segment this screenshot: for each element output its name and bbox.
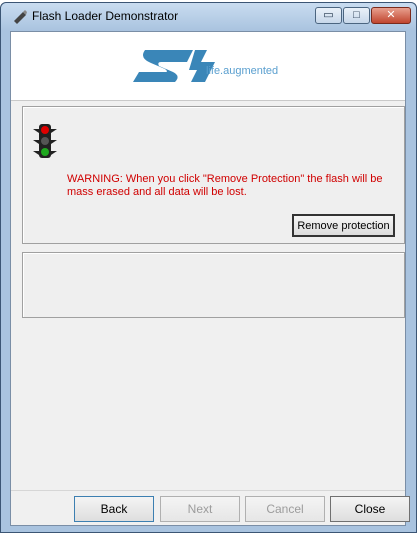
close-window-button[interactable]: ✕ — [371, 7, 411, 24]
header-banner: life.augmented — [11, 32, 405, 101]
maximize-icon: □ — [353, 9, 360, 21]
footer-divider — [11, 490, 405, 491]
maximize-button[interactable]: □ — [343, 7, 370, 24]
minimize-icon: ▭ — [323, 9, 334, 21]
traffic-light-icon — [33, 124, 57, 158]
title-bar[interactable]: Flash Loader Demonstrator ▭ □ ✕ — [1, 3, 416, 31]
window-title: Flash Loader Demonstrator — [32, 9, 179, 23]
close-button[interactable]: Close — [330, 496, 410, 522]
minimize-button[interactable]: ▭ — [315, 7, 342, 24]
protection-panel: WARNING: When you click "Remove Protecti… — [22, 106, 405, 244]
st-logo-icon — [133, 50, 215, 82]
status-panel — [22, 252, 405, 318]
next-button[interactable]: Next — [160, 496, 240, 522]
cancel-button[interactable]: Cancel — [245, 496, 325, 522]
flash-loader-window: Flash Loader Demonstrator ▭ □ ✕ life.aug… — [0, 2, 417, 533]
back-button[interactable]: Back — [74, 496, 154, 522]
remove-protection-button[interactable]: Remove protection — [292, 214, 395, 237]
warning-message: WARNING: When you click "Remove Protecti… — [67, 173, 383, 198]
brand-tagline: life.augmented — [206, 65, 279, 77]
close-icon: ✕ — [386, 9, 396, 21]
app-icon — [14, 10, 27, 24]
wizard-client-area: life.augmented WARNING: When you click "… — [10, 31, 410, 526]
